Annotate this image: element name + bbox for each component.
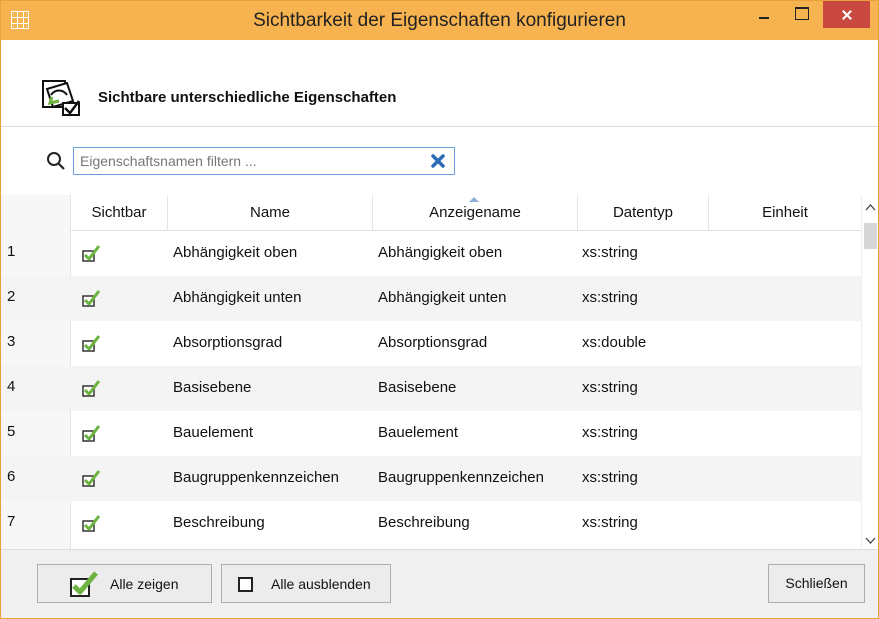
table-row[interactable]: 5 Bauelement Bauelement xs:string	[1, 411, 861, 456]
show-all-label: Alle zeigen	[110, 576, 179, 592]
hide-all-label: Alle ausblenden	[271, 576, 371, 592]
check-icon[interactable]	[81, 244, 101, 262]
check-icon[interactable]	[81, 334, 101, 352]
search-input[interactable]	[73, 147, 422, 175]
table-row[interactable]: 2 Abhängigkeit unten Abhängigkeit unten xs:…	[1, 276, 861, 321]
cell-data-type: xs:string	[582, 244, 638, 261]
cell-data-type: xs:string	[582, 469, 638, 486]
column-header-unit[interactable]: Einheit	[709, 195, 861, 231]
properties-visibility-icon	[42, 80, 80, 116]
table-row[interactable]: 4 Basisebene Basisebene xs:string	[1, 366, 861, 411]
cell-display-name: Beschreibung	[378, 514, 470, 531]
maximize-button[interactable]	[789, 1, 815, 28]
empty-checkbox-icon	[238, 577, 253, 592]
hide-all-button[interactable]: Alle ausblenden	[221, 564, 391, 603]
cell-data-type: xs:string	[582, 289, 638, 306]
cell-name: Basisebene	[173, 379, 252, 396]
cell-data-type: xs:string	[582, 514, 638, 531]
cell-data-type: xs:string	[582, 379, 638, 396]
show-all-button[interactable]: Alle zeigen	[37, 564, 212, 603]
table-row[interactable]: 1 Abhängigkeit oben Abhängigkeit oben xs:st…	[1, 231, 861, 276]
title-bar[interactable]: Sichtbarkeit der Eigenschaften konfiguri…	[1, 1, 878, 40]
table-row[interactable]: 6 Baugruppenkennzeichen Baugruppenkennzeic…	[1, 456, 861, 501]
window-title: Sichtbarkeit der Eigenschaften konfiguri…	[253, 10, 626, 31]
header-title: Sichtbare unterschiedliche Eigenschaften	[98, 89, 397, 106]
check-icon[interactable]	[81, 514, 101, 532]
cell-name: Baugruppenkennzeichen	[173, 469, 339, 486]
row-number: 3	[7, 333, 16, 350]
column-header-data-type[interactable]: Datentyp	[578, 195, 709, 231]
scroll-up-icon[interactable]	[865, 203, 876, 213]
cell-name: Abhängigkeit oben	[173, 244, 298, 261]
cell-display-name: Abhängigkeit unten	[378, 289, 507, 306]
table-row[interactable]: 7 Beschreibung Beschreibung xs:string	[1, 501, 861, 546]
row-number: 6	[7, 468, 16, 485]
check-icon[interactable]	[81, 469, 101, 487]
clear-filter-button[interactable]	[421, 147, 455, 175]
corner-header	[1, 195, 71, 231]
cell-data-type: xs:double	[582, 334, 647, 351]
cell-name: Beschreibung	[173, 514, 265, 531]
cell-data-type: xs:string	[582, 424, 638, 441]
cell-display-name: Bauelement	[378, 424, 459, 441]
cell-display-name: Basisebene	[378, 379, 457, 396]
scroll-thumb[interactable]	[864, 223, 877, 249]
check-icon[interactable]	[81, 379, 101, 397]
search-icon	[47, 152, 65, 170]
cell-display-name: Absorptionsgrad	[378, 334, 488, 351]
sort-ascending-icon	[469, 197, 479, 202]
row-number: 2	[7, 288, 16, 305]
table-row[interactable]: 3 Absorptionsgrad Absorptionsgrad xs:double	[1, 321, 861, 366]
row-number: 7	[7, 513, 16, 530]
column-header-visible[interactable]: Sichtbar	[71, 195, 168, 231]
cell-name: Bauelement	[173, 424, 254, 441]
scroll-down-icon[interactable]	[865, 535, 876, 545]
cell-name: Absorptionsgrad	[173, 334, 283, 351]
minimize-button[interactable]	[751, 1, 777, 28]
dialog-header: Sichtbare unterschiedliche Eigenschaften	[1, 41, 878, 127]
table-header: Sichtbar Name Anzeigename Datentyp Einhe…	[1, 195, 861, 231]
cell-name: Abhängigkeit unten	[173, 289, 302, 306]
column-header-name[interactable]: Name	[168, 195, 373, 231]
cell-display-name: Abhängigkeit oben	[378, 244, 503, 261]
check-icon[interactable]	[81, 289, 101, 307]
close-window-button[interactable]	[823, 1, 870, 28]
vertical-scrollbar[interactable]	[861, 195, 878, 549]
row-number: 1	[7, 243, 16, 260]
row-number: 5	[7, 423, 16, 440]
dialog-footer: Alle zeigen Alle ausblenden Schließen	[1, 549, 878, 618]
row-number: 4	[7, 378, 16, 395]
clear-x-icon	[431, 154, 445, 168]
check-all-icon	[70, 571, 98, 597]
cell-display-name: Baugruppenkennzeichen	[378, 469, 544, 486]
check-icon[interactable]	[81, 424, 101, 442]
close-button[interactable]: Schließen	[768, 564, 865, 603]
dialog-window: Sichtbarkeit der Eigenschaften konfiguri…	[0, 0, 879, 619]
properties-table[interactable]: Sichtbar Name Anzeigename Datentyp Einhe…	[1, 195, 861, 549]
